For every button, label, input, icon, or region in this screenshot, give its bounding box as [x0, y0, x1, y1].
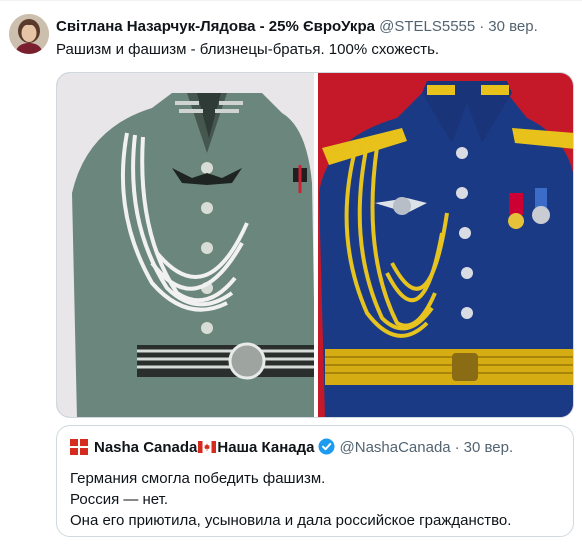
quoted-text-line: Германия смогла победить фашизм. [70, 470, 326, 487]
quoted-tweet[interactable]: Nasha Canada Наша Канада @NashaCanada · 30 в… [56, 425, 574, 537]
quoted-author-handle[interactable]: @NashaCanada [340, 439, 451, 456]
quoted-author-name-part2[interactable]: Наша Канада [217, 439, 314, 456]
tweet-text: Рашизм и фашизм - близнецы-братья. 100% … [56, 41, 440, 58]
tweet-timestamp[interactable]: 30 вер. [488, 18, 538, 35]
quoted-text-line: Она его приютила, усыновила и дала росси… [70, 512, 512, 529]
separator-dot: · [479, 18, 485, 35]
quoted-author-name-part1[interactable]: Nasha Canada [94, 439, 197, 456]
tweet-media-image[interactable] [56, 72, 574, 418]
author-avatar[interactable] [9, 14, 49, 54]
quoted-text-line: Россия — нет. [70, 491, 169, 508]
quoted-tweet-header: Nasha Canada Наша Канада @NashaCanada · 30 в… [70, 438, 513, 458]
nasha-canada-logo-icon [70, 439, 88, 455]
tweet-header: Світлана Назарчук-Лядова - 25% ЄвроУкра … [56, 16, 576, 38]
quoted-tweet-text: Германия смогла победить фашизм. Россия … [70, 468, 560, 531]
tweet-card[interactable]: Світлана Назарчук-Лядова - 25% ЄвроУкра … [0, 0, 582, 546]
canada-flag-icon [198, 439, 217, 453]
quoted-separator-dot: · [454, 439, 460, 456]
verified-badge-icon [318, 438, 335, 455]
author-name[interactable]: Світлана Назарчук-Лядова - 25% ЄвроУкра [56, 18, 375, 35]
quoted-tweet-timestamp[interactable]: 30 вер. [464, 439, 514, 456]
author-handle[interactable]: @STELS5555 [379, 18, 475, 35]
